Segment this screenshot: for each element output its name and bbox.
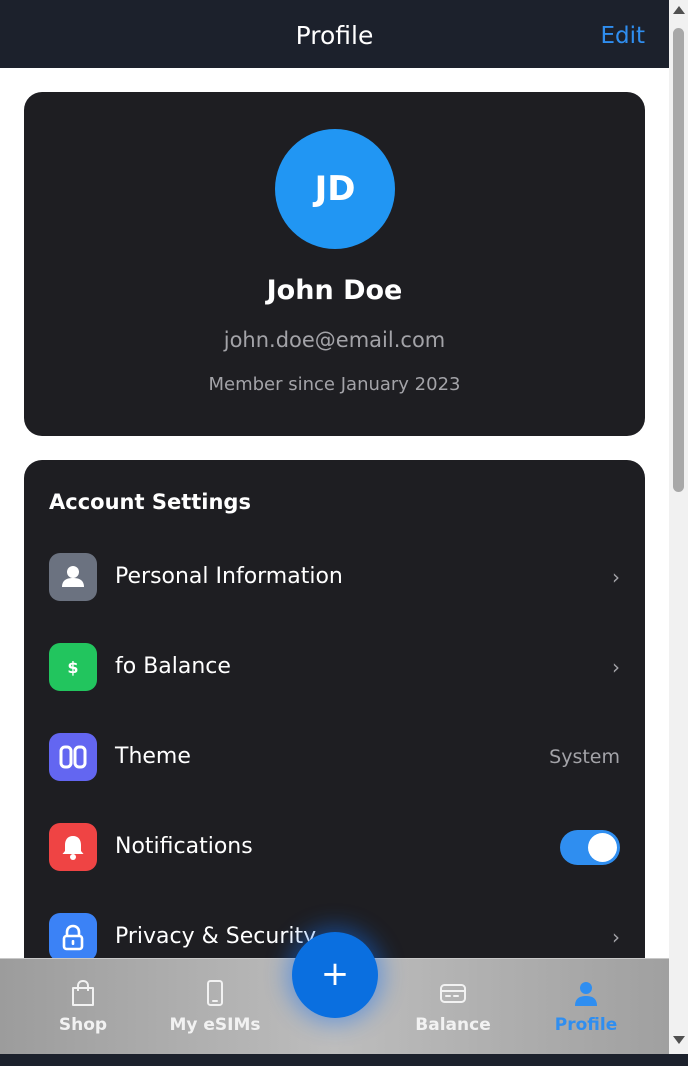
svg-text:$: $	[67, 658, 78, 677]
card-icon	[440, 984, 466, 1003]
top-nav-bar: Profile Edit	[0, 0, 669, 68]
tab-label: Profile	[554, 1015, 618, 1035]
profile-card: JD John Doe john.doe@email.com Member si…	[24, 92, 645, 436]
settings-row-label: Personal Information	[115, 564, 343, 589]
tab-profile[interactable]: Profile	[536, 959, 636, 1055]
dollar-icon: $	[49, 643, 97, 691]
avatar: JD	[275, 129, 395, 249]
member-since: Member since January 2023	[208, 374, 461, 395]
person-icon	[49, 553, 97, 601]
tab-label: Balance	[415, 1015, 491, 1035]
profile-name: John Doe	[266, 275, 403, 306]
section-title: Account Settings	[49, 490, 251, 514]
profile-email: john.doe@email.com	[223, 328, 446, 352]
settings-row-label: Notifications	[115, 834, 253, 859]
lock-icon	[49, 913, 97, 961]
bell-icon	[49, 823, 97, 871]
settings-row-theme[interactable]: Theme System	[24, 712, 645, 802]
notifications-toggle[interactable]	[560, 830, 620, 865]
vertical-scrollbar[interactable]	[669, 0, 688, 1054]
bag-icon	[72, 979, 94, 1006]
bottom-strip	[0, 1054, 688, 1066]
tab-shop[interactable]: Shop	[33, 959, 133, 1055]
settings-row-notifications: Notifications	[24, 802, 645, 892]
settings-row-balance[interactable]: $ fo Balance ›	[24, 622, 645, 712]
settings-row-label: fo Balance	[115, 654, 231, 679]
tab-label: Shop	[58, 1015, 108, 1035]
scroll-up-icon[interactable]	[673, 6, 685, 14]
chevron-right-icon: ›	[612, 565, 620, 589]
edit-button[interactable]: Edit	[600, 0, 645, 72]
person-icon	[575, 982, 597, 1006]
page-title: Profile	[295, 21, 374, 50]
theme-icon	[49, 733, 97, 781]
theme-value: System	[549, 746, 620, 768]
scroll-thumb[interactable]	[673, 28, 684, 492]
chevron-right-icon: ›	[612, 655, 620, 679]
toggle-knob	[588, 833, 617, 862]
tab-label: My eSIMs	[169, 1015, 261, 1035]
settings-row-label: Theme	[115, 744, 191, 769]
add-button[interactable]: +	[292, 932, 378, 1018]
settings-row-personal-information[interactable]: Personal Information ›	[24, 532, 645, 622]
tab-balance[interactable]: Balance	[403, 959, 503, 1055]
tab-my-esims[interactable]: My eSIMs	[160, 959, 270, 1055]
scroll-down-icon[interactable]	[673, 1036, 685, 1044]
phone-icon	[207, 980, 223, 1006]
app-viewport: Profile Edit JD John Doe john.doe@email.…	[0, 0, 669, 1066]
